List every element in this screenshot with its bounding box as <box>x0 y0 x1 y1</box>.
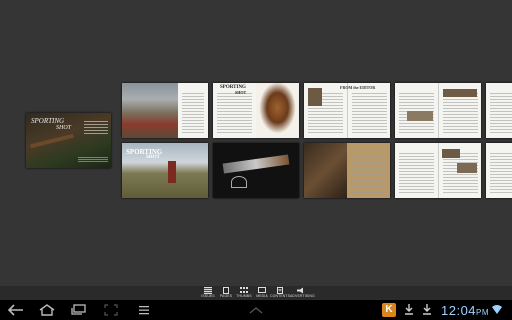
editor-heading: FROM the EDITOR <box>340 85 376 90</box>
gun-photo <box>443 89 477 97</box>
home-icon <box>39 304 55 316</box>
recent-apps-button[interactable] <box>69 302 89 318</box>
page-spread-thumbnail[interactable] <box>213 143 299 198</box>
cover-title: SPORTING <box>31 117 65 125</box>
page-text <box>486 143 512 198</box>
recent-apps-icon <box>71 304 86 315</box>
pages-button[interactable]: PAGES <box>216 287 236 299</box>
wifi-icon <box>492 305 502 314</box>
page-spread-thumbnail[interactable] <box>486 83 512 138</box>
page-spread-thumbnail[interactable] <box>122 83 208 138</box>
download-notification-icon-2[interactable] <box>420 303 434 317</box>
gun-photo <box>457 163 477 173</box>
back-button[interactable] <box>6 302 26 318</box>
page-image <box>122 83 178 138</box>
issue-cover-thumbnail[interactable]: SPORTING SHOT <box>26 113 111 168</box>
pages-icon <box>223 287 229 294</box>
gun-photo <box>407 111 433 121</box>
page-text <box>347 143 390 198</box>
media-icon <box>258 287 266 293</box>
menu-button[interactable] <box>134 302 154 318</box>
screenshot-button[interactable] <box>101 302 121 318</box>
page-spread-thumbnail[interactable] <box>395 143 481 198</box>
back-arrow-icon <box>7 304 23 316</box>
app-badge-letter: K <box>385 304 393 315</box>
download-notification-icon[interactable] <box>402 303 416 317</box>
megaphone-icon <box>297 287 303 294</box>
page-spread-thumbnail[interactable]: SPORTING SHOT <box>213 83 299 138</box>
cover-footer-text <box>78 157 108 162</box>
magazine-logo-sub: SHOT <box>235 90 247 95</box>
reader-toolbar: ISSUES PAGES THUMBS MEDIA CONTENTS ADVER… <box>0 286 512 300</box>
pheasant-image <box>256 83 299 138</box>
editor-photo <box>308 88 322 106</box>
cover-text <box>84 121 108 135</box>
chevron-up-icon <box>249 307 263 314</box>
pages-label: PAGES <box>219 294 233 298</box>
media-button[interactable]: MEDIA <box>252 287 272 299</box>
clock-time: 12:04 <box>441 303 477 318</box>
contents-button[interactable]: CONTENTS <box>270 287 290 299</box>
cover-gun-image <box>30 133 74 149</box>
issues-button[interactable]: ISSUES <box>198 287 218 299</box>
cover-subtitle: SHOT <box>56 125 72 131</box>
app-notification-icon[interactable]: K <box>382 303 396 317</box>
wifi-status[interactable] <box>490 303 504 317</box>
page-spread-thumbnail[interactable]: FROM the EDITOR <box>304 83 390 138</box>
media-label: MEDIA <box>256 294 268 298</box>
issues-label: ISSUES <box>201 294 215 298</box>
page-spread-thumbnail[interactable] <box>395 83 481 138</box>
thumbs-button[interactable]: THUMBS <box>234 287 254 299</box>
shotgun-image <box>222 154 290 174</box>
show-toolbar-button[interactable] <box>246 302 266 318</box>
grid-icon <box>240 287 248 293</box>
menu-icon <box>139 306 149 315</box>
page-text <box>347 83 390 138</box>
advertising-label: ADVERTISING <box>290 294 315 298</box>
page-text <box>178 83 208 138</box>
thumbnail-browser: SPORTING SHOT SPORTING SHOT FROM the EDI… <box>0 0 512 286</box>
home-button[interactable] <box>37 302 57 318</box>
page-text <box>395 143 438 198</box>
advertising-button[interactable]: ADVERTISING <box>290 287 315 299</box>
system-navigation-bar: K 12:04PM <box>0 300 512 320</box>
page-text <box>486 83 512 138</box>
download-icon <box>423 304 431 315</box>
page-spread-thumbnail[interactable] <box>304 143 390 198</box>
stack-icon <box>204 287 212 294</box>
engraving-flourish <box>231 176 247 188</box>
history-photo <box>304 143 347 198</box>
clock-ampm: PM <box>476 308 490 317</box>
contents-icon <box>277 287 283 294</box>
status-clock[interactable]: 12:04PM <box>441 303 489 318</box>
magazine-logo-sub: SHOT <box>146 155 160 160</box>
page-spread-thumbnail[interactable]: SPORTING SHOT <box>122 143 208 198</box>
page-spread-thumbnail[interactable] <box>486 143 512 198</box>
gun-photo <box>442 149 460 158</box>
hunter-figure <box>168 161 176 183</box>
screenshot-icon <box>104 304 118 316</box>
thumbs-label: THUMBS <box>236 294 252 298</box>
download-icon <box>405 304 413 315</box>
contents-label: CONTENTS <box>270 294 291 298</box>
